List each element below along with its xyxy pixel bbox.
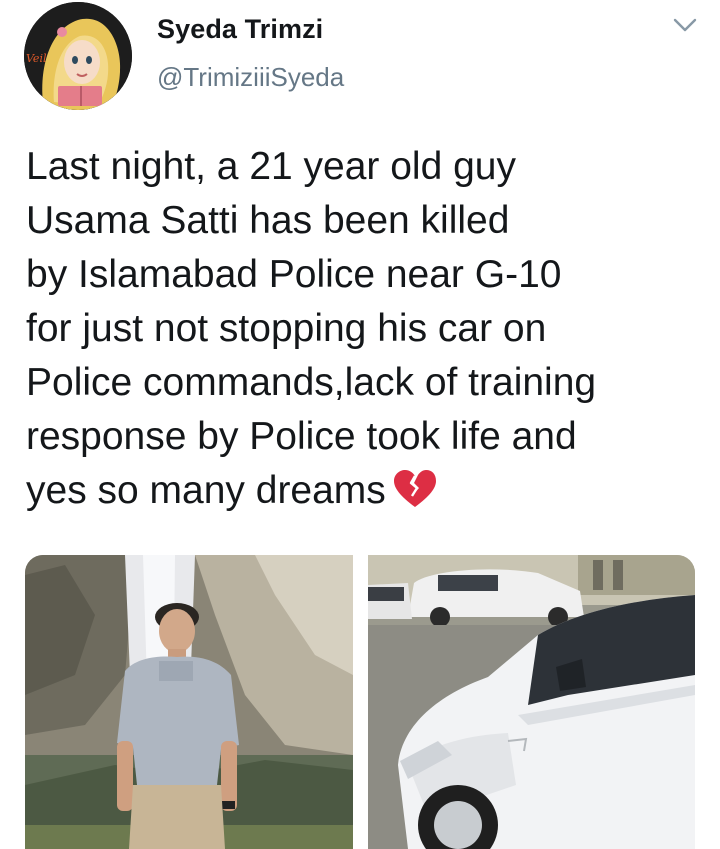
tweet: Veil Syeda Trimzi @TrimiziiiSyeda Last n… (0, 0, 720, 849)
avatar[interactable]: Veil (24, 2, 132, 110)
photo-young-man-waterfall[interactable] (25, 555, 353, 849)
tweet-text-line: yes so many dreams (26, 469, 386, 512)
tweet-text: Last night, a 21 year old guy Usama Satt… (26, 140, 706, 518)
tweet-text-line: Police commands,lack of training (26, 361, 597, 404)
tweet-text-line: by Islamabad Police near G-10 (26, 253, 562, 296)
photo-damaged-white-car[interactable] (368, 555, 695, 849)
chevron-down-icon[interactable] (670, 14, 700, 36)
author-handle[interactable]: @TrimiziiiSyeda (157, 62, 344, 93)
tweet-text-line: Usama Satti has been killed (26, 199, 510, 242)
tweet-text-line: Last night, a 21 year old guy (26, 145, 516, 188)
avatar-badge-text: Veil (26, 52, 47, 65)
author-display-name[interactable]: Syeda Trimzi (157, 14, 323, 45)
tweet-text-line-last: yes so many dreams (26, 464, 706, 518)
tweet-text-line: response by Police took life and (26, 415, 577, 458)
tweet-text-line: for just not stopping his car on (26, 307, 547, 350)
broken-heart-icon (392, 469, 438, 509)
